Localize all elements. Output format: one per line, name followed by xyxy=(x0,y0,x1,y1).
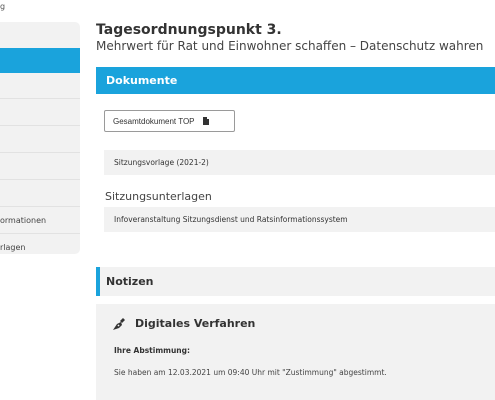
sidebar-item-unterlagen[interactable]: rlagen xyxy=(0,234,80,261)
sidebar-item-informationen[interactable]: ormationen xyxy=(0,207,80,234)
document-row[interactable]: Infoveranstaltung Sitzungsdienst und Rat… xyxy=(104,207,495,232)
full-document-button[interactable]: Gesamtdokument TOP xyxy=(104,110,235,132)
sidebar-item[interactable] xyxy=(0,73,80,99)
sidebar-item-label: rlagen xyxy=(0,243,26,252)
sidebar-item[interactable] xyxy=(0,180,80,207)
pen-nib-icon xyxy=(113,318,125,330)
pdf-icon xyxy=(202,117,209,125)
page-subtitle: Mehrwert für Rat und Einwohner schaffen … xyxy=(96,39,484,53)
full-document-button-label: Gesamtdokument TOP xyxy=(113,116,195,126)
section-title: Sitzungsunterlagen xyxy=(105,190,212,203)
vote-label: Ihre Abstimmung: xyxy=(114,346,190,355)
documents-panel: Gesamtdokument TOP Sitzungsvorlage (2021… xyxy=(96,94,495,244)
sidebar-item[interactable] xyxy=(0,153,80,180)
sidebar-item-label: ormationen xyxy=(0,215,47,225)
digital-procedure-title: Digitales Verfahren xyxy=(135,317,256,330)
documents-header: Dokumente xyxy=(96,67,495,94)
notes-panel: Digitales Verfahren Ihre Abstimmung: Sie… xyxy=(96,304,495,400)
document-row[interactable]: Sitzungsvorlage (2021-2) xyxy=(104,150,495,175)
breadcrumb-fragment: g xyxy=(0,2,6,11)
page-title: Tagesordnungspunkt 3. xyxy=(96,22,282,38)
notes-header[interactable]: Notizen xyxy=(96,267,495,296)
vote-status-text: Sie haben am 12.03.2021 um 09:40 Uhr mit… xyxy=(114,368,387,377)
page-heading: Tagesordnungspunkt 3. Mehrwert für Rat u… xyxy=(96,22,495,53)
sidebar-item[interactable] xyxy=(0,99,80,126)
sidebar-item[interactable] xyxy=(0,126,80,153)
sidebar-item-active[interactable] xyxy=(0,48,80,73)
sidebar: ormationen rlagen xyxy=(0,22,80,254)
